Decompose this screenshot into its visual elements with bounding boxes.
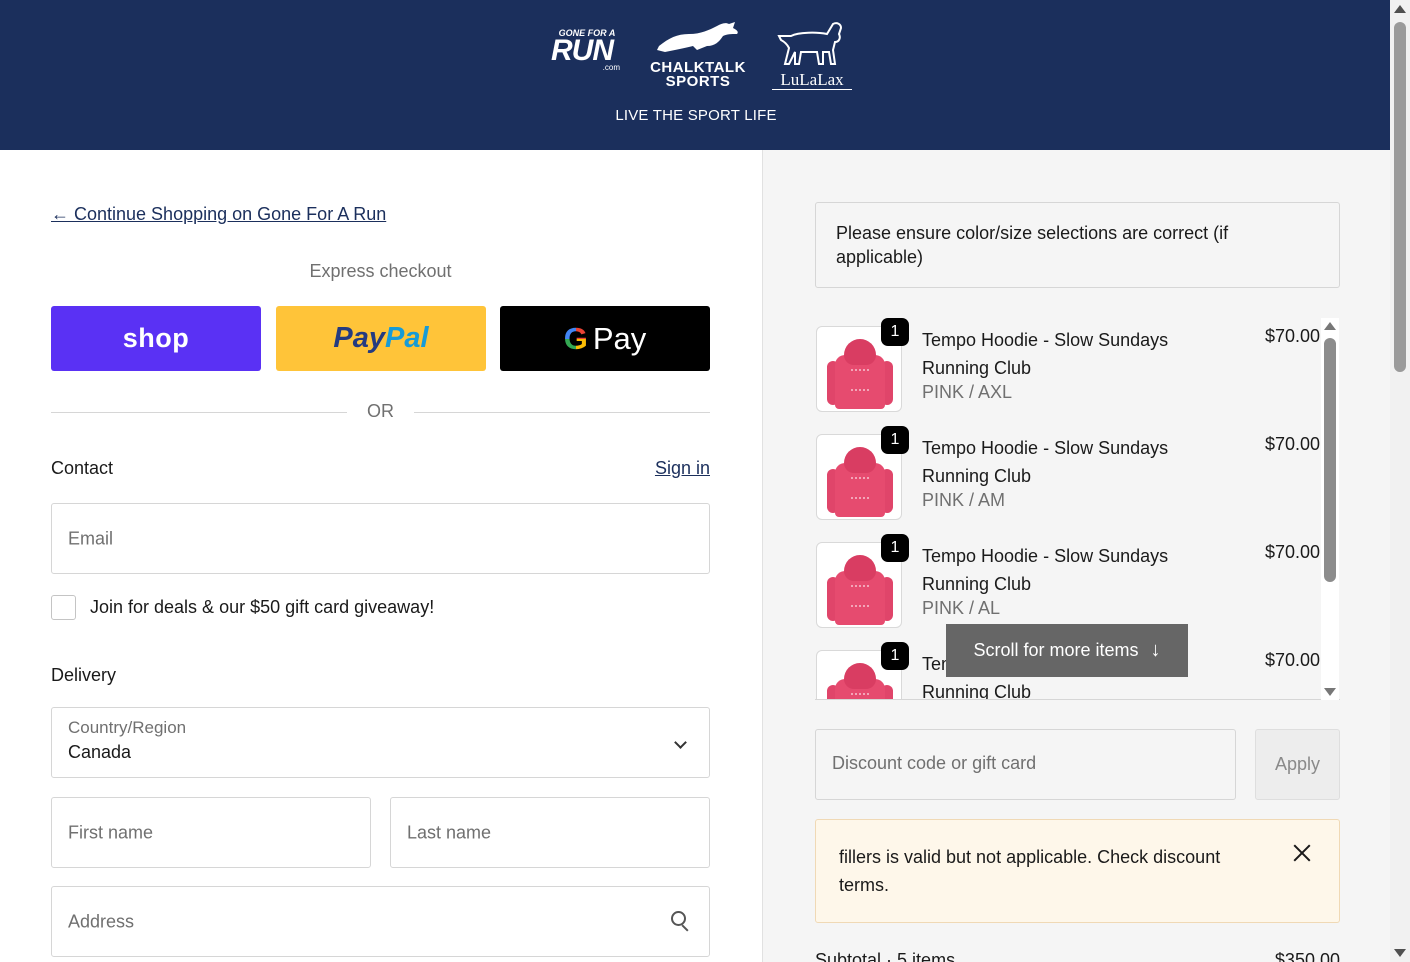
page-scrollbar[interactable]	[1390, 0, 1410, 962]
country-label: Country/Region	[68, 718, 187, 737]
subtotal-label: Subtotal · 5 items	[815, 950, 956, 962]
newsletter-row: Join for deals & our $50 gift card givea…	[51, 594, 434, 620]
address-field[interactable]: Address	[51, 886, 710, 957]
google-pay-label: Pay	[592, 320, 647, 356]
item-price: $70.00	[1264, 650, 1320, 670]
subtotal-amount: $350.00	[1274, 950, 1340, 962]
paypal-label-pay: Pay	[333, 322, 386, 354]
google-g-icon: G	[563, 320, 588, 356]
item-price: $70.00	[1264, 542, 1320, 562]
newsletter-checkbox[interactable]	[51, 594, 76, 620]
item-variant: PINK / AXL	[922, 382, 1013, 402]
contact-title: Contact	[51, 458, 114, 478]
item-price: $70.00	[1264, 326, 1320, 346]
address-placeholder: Address	[68, 911, 135, 931]
country-select[interactable]: Country/Region Canada	[51, 707, 710, 778]
search-icon[interactable]	[671, 911, 691, 933]
first-name-field[interactable]: First name	[51, 797, 371, 868]
shop-pay-button[interactable]: shop	[51, 306, 261, 371]
scroll-down-arrow-icon[interactable]	[1394, 949, 1406, 957]
express-checkout-title: Express checkout	[309, 261, 452, 281]
site-header: GONE FOR A RUN .com CHALKTALK SPORTS LuL…	[0, 0, 1390, 150]
scrollbar-thumb[interactable]	[1324, 338, 1336, 582]
divider-line-right	[414, 412, 710, 413]
checkout-form: ← Continue Shopping on Gone For A Run Ex…	[0, 150, 762, 962]
cart-item: 1 Tempo Hoodie - Slow Sundays Running Cl…	[815, 534, 1320, 634]
item-variant: PINK / AL	[922, 598, 1001, 618]
quantity-badge: 1	[881, 318, 909, 346]
scroll-for-more-label: Scroll for more items	[973, 640, 1139, 660]
sign-in-link[interactable]: Sign in	[655, 458, 710, 479]
cart-item: 1 Tempo Hoodie - Slow Sundays Running Cl…	[815, 318, 1320, 418]
item-name: Tempo Hoodie - Slow Sundays Running Club	[922, 438, 1169, 486]
close-icon[interactable]	[1291, 842, 1313, 864]
paypal-button[interactable]: Pay Pal	[276, 306, 486, 371]
shop-pay-label: shop	[122, 323, 190, 353]
lulalax-logo[interactable]: LuLaLax	[772, 20, 852, 92]
last-name-field[interactable]: Last name	[390, 797, 710, 868]
country-value: Canada	[68, 742, 132, 762]
last-name-placeholder: Last name	[407, 822, 492, 842]
item-name: Tempo Hoodie - Slow Sundays Running Club	[922, 330, 1169, 378]
page-scrollbar-thumb[interactable]	[1394, 22, 1406, 372]
chevron-down-icon	[674, 736, 687, 749]
scroll-for-more-button[interactable]: Scroll for more items ↓	[946, 624, 1188, 677]
or-divider: OR	[51, 401, 710, 423]
quantity-badge: 1	[881, 642, 909, 670]
scroll-up-arrow-icon[interactable]	[1324, 322, 1336, 330]
cart-item: 1 Tempo Hoodie - Slow Sundays Running Cl…	[815, 426, 1320, 526]
discount-code-input[interactable]: Discount code or gift card	[815, 729, 1236, 800]
paypal-label-pal: Pal	[385, 322, 429, 354]
or-label: OR	[367, 401, 394, 421]
item-name: Tempo Hoodie - Slow Sundays Running Club	[922, 546, 1169, 594]
gfar-logo-main: RUN	[551, 34, 614, 67]
selection-notice: Please ensure color/size selections are …	[815, 202, 1340, 288]
gone-for-a-run-logo[interactable]: GONE FOR A RUN .com	[540, 28, 624, 88]
delivery-title: Delivery	[51, 665, 117, 685]
alert-message: fillers is valid but not applicable. Che…	[839, 847, 1221, 895]
order-summary: Please ensure color/size selections are …	[762, 150, 1390, 962]
arrow-down-icon: ↓	[1150, 639, 1161, 661]
discount-alert: fillers is valid but not applicable. Che…	[815, 819, 1340, 923]
items-scrollbar[interactable]	[1321, 318, 1339, 700]
discount-placeholder: Discount code or gift card	[832, 753, 1037, 773]
email-field[interactable]: Email	[51, 503, 710, 574]
lulalax-logo-text: LuLaLax	[772, 71, 852, 90]
dog-icon	[777, 22, 843, 65]
google-pay-button[interactable]: G Pay	[500, 306, 710, 371]
chalktalk-logo-line2: SPORTS	[665, 73, 731, 90]
quantity-badge: 1	[881, 534, 909, 562]
item-price: $70.00	[1264, 434, 1320, 454]
chalktalk-sports-logo[interactable]: CHALKTALK SPORTS	[644, 20, 752, 92]
quantity-badge: 1	[881, 426, 909, 454]
running-dog-icon	[657, 22, 738, 52]
subtotal-row: Subtotal · 5 items $350.00	[815, 950, 1340, 962]
newsletter-label[interactable]: Join for deals & our $50 gift card givea…	[90, 597, 434, 618]
item-variant: PINK / AM	[922, 490, 1006, 510]
scroll-down-arrow-icon[interactable]	[1324, 688, 1336, 696]
apply-discount-button[interactable]: Apply	[1255, 729, 1340, 800]
scroll-up-arrow-icon[interactable]	[1394, 5, 1406, 13]
divider-line-left	[51, 412, 347, 413]
first-name-placeholder: First name	[68, 822, 154, 842]
tagline: LIVE THE SPORT LIFE	[615, 107, 777, 124]
email-placeholder: Email	[68, 528, 114, 548]
brand-logos: GONE FOR A RUN .com CHALKTALK SPORTS LuL…	[540, 20, 860, 92]
continue-shopping-link[interactable]: ← Continue Shopping on Gone For A Run	[51, 204, 386, 225]
